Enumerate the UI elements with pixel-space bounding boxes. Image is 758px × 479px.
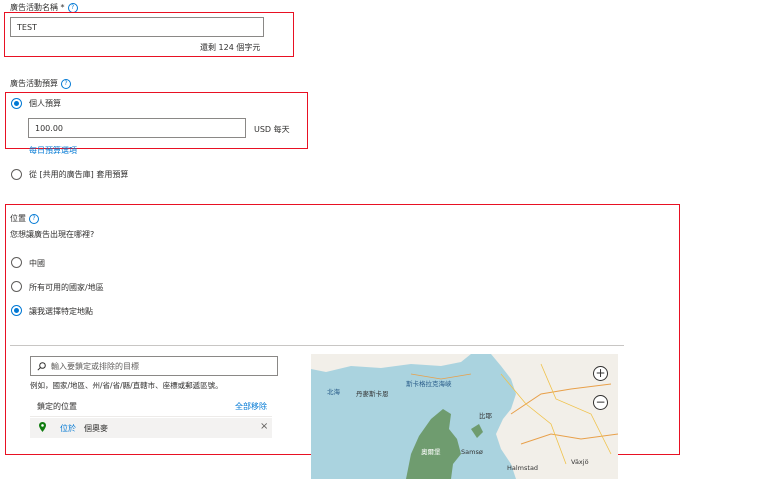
search-icon xyxy=(37,361,46,371)
location-label-text: 位置 xyxy=(10,214,26,223)
zoom-in-icon[interactable]: + xyxy=(593,366,608,381)
help-icon[interactable]: ? xyxy=(61,78,71,89)
help-icon[interactable]: ? xyxy=(67,2,78,13)
map-label-north-sea: 北海 xyxy=(327,388,340,396)
location-option-specific-radio[interactable] xyxy=(11,305,22,316)
budget-unit: USD 每天 xyxy=(254,125,290,134)
targeted-item-name: 個奧麥 xyxy=(84,424,108,433)
remove-all-link[interactable]: 全部移除 xyxy=(235,401,267,412)
targeted-item-status: 位於 xyxy=(60,424,76,433)
targeted-divider xyxy=(30,416,272,417)
campaign-name-label-text: 廣告活動名稱 * xyxy=(10,3,65,12)
location-map[interactable]: 北海 丹麥斯卡恩 斯卡格拉克海峽 比耶 奧爾堡 Samsø Halmstad V… xyxy=(311,354,618,479)
map-pin-icon xyxy=(39,422,46,434)
budget-label-text: 廣告活動預算 xyxy=(10,79,58,88)
individual-budget-label: 個人預算 xyxy=(29,99,61,108)
search-placeholder: 輸入要鎖定或排除的目標 xyxy=(51,361,139,371)
daily-budget-options-link[interactable]: 每日預算選項 xyxy=(29,145,77,156)
location-option-specific: 讓我選擇特定地點 xyxy=(29,307,93,316)
budget-amount-value: 100.00 xyxy=(35,123,63,133)
close-icon[interactable]: × xyxy=(260,421,268,432)
map-label-halmstad: Halmstad xyxy=(507,464,539,472)
shared-budget-radio[interactable] xyxy=(11,169,22,180)
map-label-skagerrak: 斯卡格拉克海峽 xyxy=(406,380,452,388)
shared-budget-label: 從 [共用的廣告庫] 套用預算 xyxy=(29,170,129,179)
remaining-chars: 還剩 124 個字元 xyxy=(200,43,261,52)
budget-label: 廣告活動預算? xyxy=(10,78,71,89)
location-option-all-radio[interactable] xyxy=(11,281,22,292)
zoom-out-icon[interactable]: − xyxy=(593,395,608,410)
map-label-city: 比耶 xyxy=(479,412,492,420)
targeted-locations-label: 鎖定的位置 xyxy=(37,402,77,411)
location-option-china-radio[interactable] xyxy=(11,257,22,268)
map-label-samso: Samsø xyxy=(461,448,483,456)
campaign-name-value: TEST xyxy=(17,22,37,32)
budget-amount-input[interactable]: 100.00 xyxy=(28,118,246,138)
location-divider xyxy=(10,345,624,346)
location-option-all: 所有可用的國家/地區 xyxy=(29,283,104,292)
targeted-location-item: 位於 個奧麥 × xyxy=(30,418,272,438)
help-icon[interactable]: ? xyxy=(29,213,39,224)
search-example-text: 例如，國家/地區、州/省/省/縣/直轄市、座標或郵遞區號。 xyxy=(30,381,223,390)
location-option-china: 中國 xyxy=(29,259,45,268)
location-label: 位置? xyxy=(10,213,39,224)
location-search-input[interactable]: 輸入要鎖定或排除的目標 xyxy=(30,356,278,376)
map-label-vaxjo: Växjö xyxy=(571,458,589,466)
location-question: 您想讓廣告出現在哪裡? xyxy=(10,230,95,239)
map-label-skagen: 丹麥斯卡恩 xyxy=(356,390,389,398)
map-label-aalborg: 奧爾堡 xyxy=(421,448,441,456)
individual-budget-radio[interactable] xyxy=(11,98,22,109)
campaign-name-input[interactable]: TEST xyxy=(10,17,264,37)
